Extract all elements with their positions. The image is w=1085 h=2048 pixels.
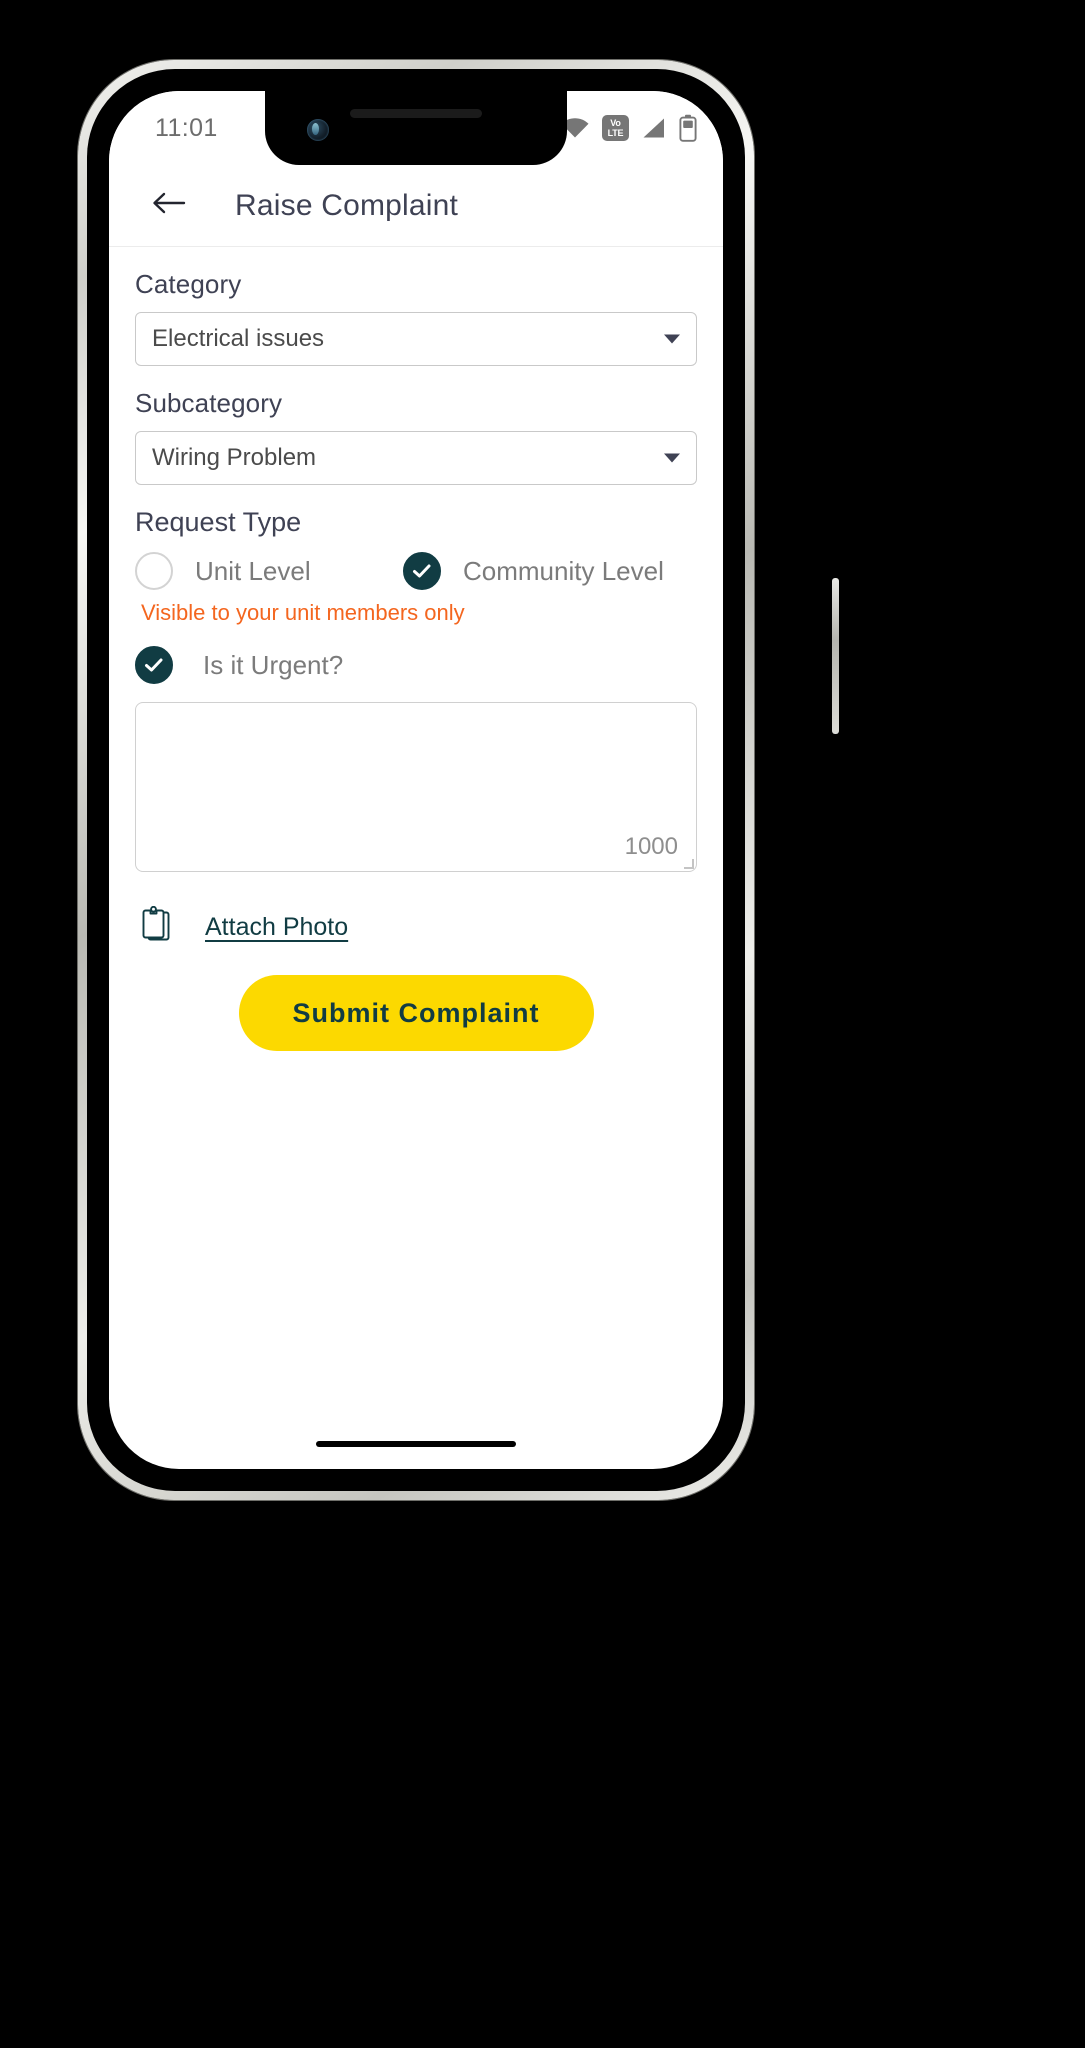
radio-unit-level[interactable]: Unit Level <box>135 552 403 590</box>
category-select[interactable]: Electrical issues <box>135 312 697 366</box>
phone-inner-bezel: 11:01 Vo LTE Raise Complaint Category El… <box>87 69 745 1491</box>
phone-screen: 11:01 Vo LTE Raise Complaint Category El… <box>109 91 723 1469</box>
earpiece-speaker <box>350 109 482 118</box>
display-notch <box>265 91 567 165</box>
submit-row: Submit Complaint <box>135 975 697 1051</box>
chevron-down-icon <box>664 334 680 344</box>
radio-community-level[interactable]: Community Level <box>403 552 664 590</box>
status-bar-clock: 11:01 <box>155 113 218 142</box>
front-camera-icon <box>307 119 329 141</box>
character-counter: 1000 <box>624 833 678 860</box>
urgent-label: Is it Urgent? <box>203 649 344 680</box>
attach-photo-label: Attach Photo <box>205 913 349 941</box>
page-title: Raise Complaint <box>235 188 459 222</box>
home-indicator[interactable] <box>316 1441 516 1447</box>
chevron-down-icon <box>664 453 680 463</box>
checkbox-checked-icon <box>135 646 173 684</box>
visibility-hint: Visible to your unit members only <box>141 600 465 625</box>
category-select-value: Electrical issues <box>152 325 325 352</box>
radio-community-level-label: Community Level <box>463 555 664 586</box>
radio-unit-level-label: Unit Level <box>195 555 311 586</box>
subcategory-label: Subcategory <box>135 388 283 418</box>
request-type-options: Unit Level Community Level <box>135 552 697 590</box>
cellular-signal-icon <box>641 116 667 140</box>
request-type-label: Request Type <box>135 507 302 537</box>
radio-unchecked-icon <box>135 552 173 590</box>
volte-line-1: Vo <box>610 118 621 128</box>
attach-photo-button[interactable]: Attach Photo <box>141 905 697 949</box>
subcategory-select[interactable]: Wiring Problem <box>135 431 697 485</box>
category-label: Category <box>135 269 242 299</box>
clipboard-icon <box>141 905 173 949</box>
back-button[interactable] <box>145 182 193 230</box>
textarea-resize-handle[interactable] <box>684 859 694 869</box>
description-field-wrapper: 1000 <box>135 702 697 872</box>
app-bar: Raise Complaint <box>109 165 723 247</box>
power-button[interactable] <box>832 578 839 734</box>
urgent-checkbox-row[interactable]: Is it Urgent? <box>135 646 697 684</box>
description-input[interactable] <box>136 703 696 871</box>
phone-device-frame: 11:01 Vo LTE Raise Complaint Category El… <box>78 60 839 1500</box>
radio-checked-icon <box>403 552 441 590</box>
battery-icon <box>679 114 697 142</box>
submit-complaint-button[interactable]: Submit Complaint <box>238 975 594 1051</box>
screenshot-stage: 11:01 Vo LTE Raise Complaint Category El… <box>0 0 1085 2048</box>
back-arrow-icon <box>150 188 188 223</box>
volte-line-2: LTE <box>607 128 624 138</box>
subcategory-select-value: Wiring Problem <box>152 444 317 471</box>
complaint-form: Category Electrical issues Subcategory W… <box>109 247 723 1051</box>
volte-icon: Vo LTE <box>602 115 629 141</box>
